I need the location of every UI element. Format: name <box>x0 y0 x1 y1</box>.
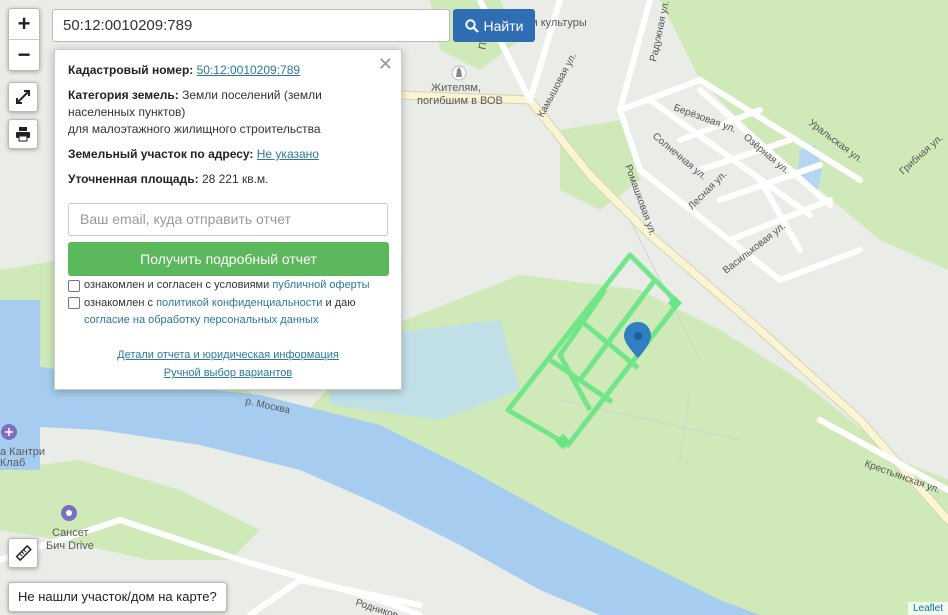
monument-icon <box>451 65 467 81</box>
leaflet-attribution[interactable]: Leaflet <box>907 602 948 615</box>
category-row: Категория земель: Земли поселений (земли… <box>68 87 322 138</box>
cadastral-link[interactable]: 50:12:0010209:789 <box>197 63 300 77</box>
area-row: Уточненная площадь: 28 221 кв.м. <box>68 171 269 188</box>
consent-link[interactable]: согласие на обработку персональных данны… <box>84 314 318 326</box>
area-label: Уточненная площадь: <box>68 172 199 186</box>
privacy-link[interactable]: политикой конфиденциальности <box>156 297 322 309</box>
poi-label-monument: Жителям, <box>431 82 481 94</box>
cadastral-row: Кадастровый номер: 50:12:0010209:789 <box>68 62 300 79</box>
cadastral-label: Кадастровый номер: <box>68 63 194 77</box>
address-row: Земельный участок по адресу: Не указано <box>68 146 319 163</box>
category-value: для малоэтажного жилищного строительства <box>68 122 321 136</box>
search-button[interactable]: Найти <box>453 9 535 42</box>
address-label: Земельный участок по адресу: <box>68 147 254 161</box>
offer-agreement: ознакомлен и согласен с условиями публич… <box>84 277 370 294</box>
area-value: 28 221 кв.м. <box>201 172 269 186</box>
category-label: Категория земель: <box>68 88 179 102</box>
details-link[interactable]: Детали отчета и юридическая информация <box>55 349 401 361</box>
river-left <box>0 300 40 470</box>
zoom-out-button[interactable]: − <box>9 40 39 70</box>
print-button[interactable] <box>8 119 38 149</box>
privacy-text: ознакомлен с <box>84 297 154 309</box>
ruler-icon <box>15 544 32 562</box>
zoom-control: + − <box>8 8 40 71</box>
not-found-button[interactable]: Не нашли участок/дом на карте? <box>8 582 227 612</box>
poi-label-sunset: Сансет <box>52 527 89 539</box>
offer-text: ознакомлен и согласен с условиями <box>84 279 270 291</box>
zoom-in-button[interactable]: + <box>9 9 39 40</box>
privacy-text: и даю <box>325 297 356 309</box>
offer-link[interactable]: публичной оферты <box>272 279 369 291</box>
address-link[interactable]: Не указано <box>257 147 319 161</box>
search-icon <box>464 18 479 33</box>
get-report-button[interactable]: Получить подробный отчет <box>68 242 389 276</box>
privacy-agreement: ознакомлен с политикой конфиденциальност… <box>84 295 356 329</box>
manual-select-link[interactable]: Ручной выбор вариантов <box>55 367 401 379</box>
poi-label-club: Клаб <box>0 457 25 469</box>
print-icon <box>16 127 30 142</box>
category-value: Земли поселений (земли <box>182 88 322 102</box>
search-button-label: Найти <box>483 17 524 34</box>
sunset-icon <box>61 505 77 521</box>
email-field[interactable]: Ваш email, куда отправить отчет <box>68 203 388 236</box>
club-icon <box>1 424 17 440</box>
expand-button[interactable] <box>8 82 38 112</box>
ruler-button[interactable] <box>8 538 38 568</box>
category-value: населенных пунктов) <box>68 105 186 119</box>
close-icon[interactable]: ✕ <box>378 54 393 75</box>
offer-checkbox[interactable] <box>68 280 80 292</box>
privacy-checkbox[interactable] <box>68 297 80 309</box>
poi-label-sunset: Бич Drive <box>46 540 94 552</box>
expand-icon <box>16 90 30 104</box>
search-input[interactable]: 50:12:0010209:789 <box>52 9 450 42</box>
plot-info-popup: ✕ Кадастровый номер: 50:12:0010209:789 К… <box>54 49 402 390</box>
poi-label-monument: погибшим в ВОВ <box>417 95 503 107</box>
